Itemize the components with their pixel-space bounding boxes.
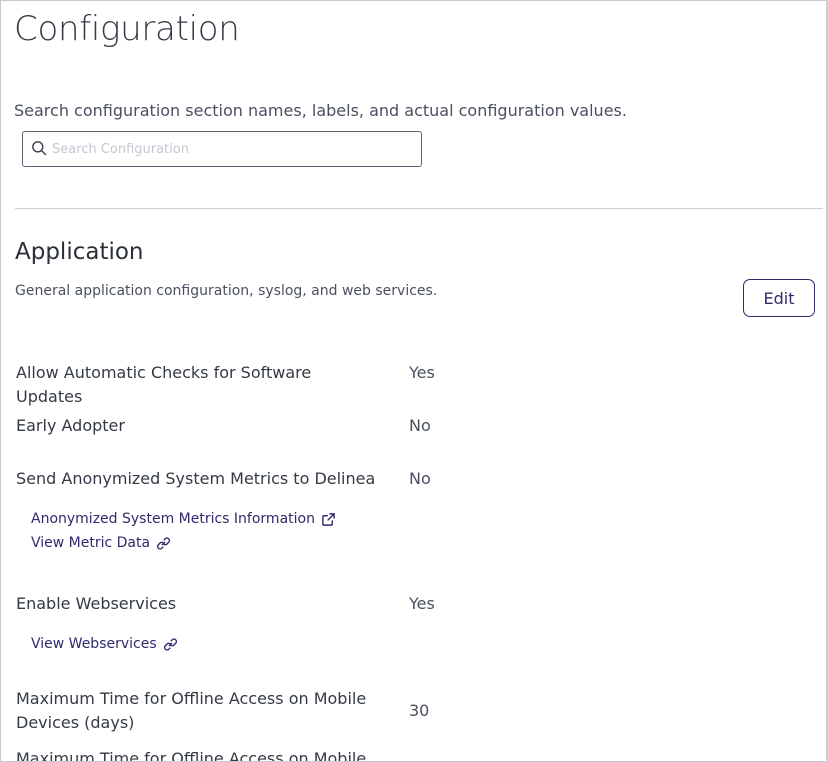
setting-label-webservices: Enable Webservices [16,594,177,613]
section-divider [15,208,823,209]
link-icon [163,637,177,651]
setting-value-system-metrics: No [409,469,431,488]
page-title: Configuration [14,9,240,49]
metrics-information-link-label: Anonymized System Metrics Information [31,511,315,527]
link-icon [157,536,171,550]
search-help-text: Search configuration section names, labe… [14,101,627,120]
search-input[interactable] [52,138,412,160]
configuration-page: Configuration Search configuration secti… [0,0,827,762]
section-description: General application configuration, syslo… [15,283,438,299]
view-webservices-link[interactable]: View Webservices [31,636,178,652]
setting-label-offline-access-2: Maximum Time for Offline Access on Mobil… [16,749,367,762]
setting-label-system-metrics: Send Anonymized System Metrics to Deline… [16,469,376,488]
external-link-icon [322,512,335,526]
view-metric-data-link[interactable]: View Metric Data [31,535,171,551]
setting-value-offline-access: 30 [409,701,430,720]
setting-label-automatic-updates: Allow Automatic Checks for Software Upda… [16,363,312,406]
setting-label-early-adopter: Early Adopter [16,416,125,435]
setting-value-webservices: Yes [409,594,435,613]
view-metric-data-link-label: View Metric Data [31,535,151,551]
setting-label-offline-access: Maximum Time for Offline Access on Mobil… [16,689,367,732]
metrics-information-link[interactable]: Anonymized System Metrics Information [31,511,336,527]
edit-button[interactable]: Edit [743,279,815,317]
search-icon [32,141,47,156]
setting-value-automatic-updates: Yes [409,363,435,382]
section-title: Application [15,239,144,265]
search-box[interactable] [22,131,422,167]
view-webservices-link-label: View Webservices [31,636,157,652]
setting-value-early-adopter: No [409,416,431,435]
